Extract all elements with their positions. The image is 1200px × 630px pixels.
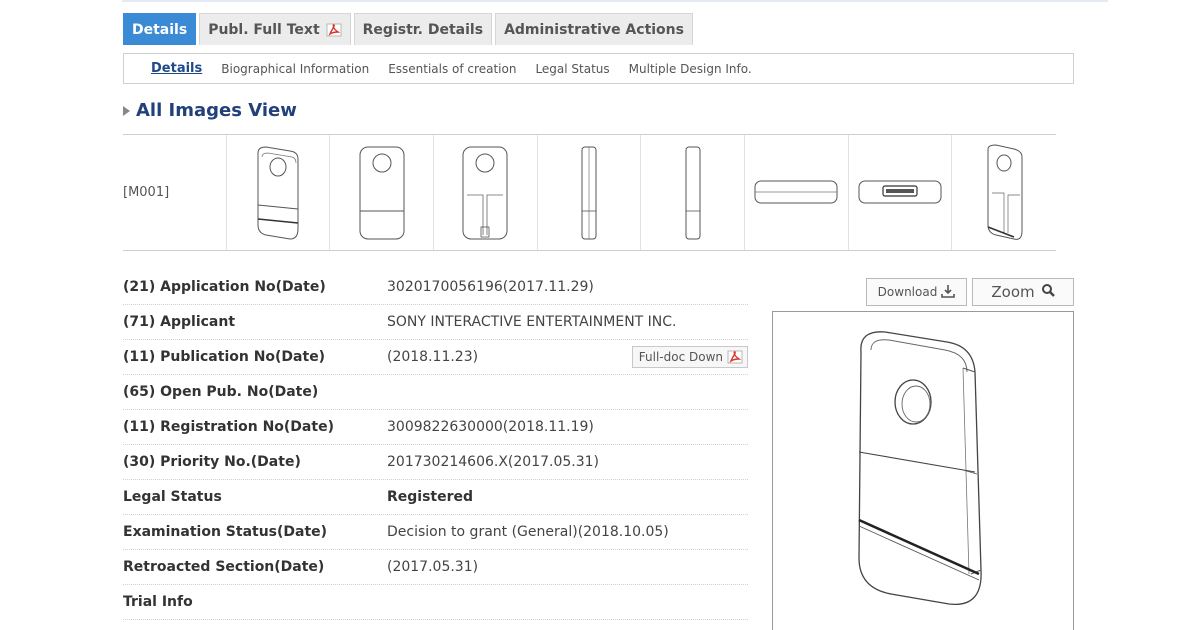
row-label: (11) Registration No(Date)	[123, 419, 334, 435]
thumbnail-front[interactable]	[330, 135, 435, 250]
thumbnail-back[interactable]	[434, 135, 538, 250]
table-row: Examination Status(Date) Decision to gra…	[123, 515, 748, 550]
table-row: (11) Publication No(Date) (2018.11.23) F…	[123, 340, 748, 375]
download-button[interactable]: Download	[866, 278, 967, 306]
row-label: (21) Application No(Date)	[123, 279, 326, 295]
thumbnail-perspective-back[interactable]	[952, 135, 1056, 250]
design-drawing-icon	[685, 146, 701, 239]
top-divider	[122, 0, 1108, 2]
tab-administrative-actions[interactable]: Administrative Actions	[495, 13, 693, 45]
tab-publ-full-text[interactable]: Publ. Full Text	[199, 13, 351, 45]
row-label: (11) Publication No(Date)	[123, 349, 326, 365]
design-drawing-icon	[462, 146, 508, 239]
thumbnail-perspective[interactable]	[227, 135, 331, 250]
download-icon	[941, 284, 956, 301]
download-label: Download	[877, 285, 938, 299]
details-table: (21) Application No(Date) 3020170056196(…	[123, 270, 748, 620]
tab-registr-details[interactable]: Registr. Details	[353, 13, 493, 45]
table-row: (71) Applicant SONY INTERACTIVE ENTERTAI…	[123, 305, 748, 340]
thumbnail-bottom[interactable]	[849, 135, 953, 250]
tab-details[interactable]: Details	[123, 13, 197, 45]
row-label: Retroacted Section(Date)	[123, 559, 325, 575]
search-icon	[1041, 283, 1055, 301]
design-drawing-icon	[257, 145, 299, 240]
section-heading: All Images View	[123, 100, 297, 121]
design-drawing-icon	[987, 143, 1023, 240]
row-value: 201730214606.X(2017.05.31)	[387, 454, 600, 470]
image-code: [M001]	[123, 135, 227, 250]
tab-registr-details-label: Registr. Details	[362, 21, 484, 38]
row-value: (2018.11.23)	[387, 349, 479, 365]
thumbnail-top[interactable]	[745, 135, 849, 250]
tab-administrative-actions-label: Administrative Actions	[504, 21, 684, 38]
zoom-label: Zoom	[991, 283, 1035, 301]
thumbnail-left-side[interactable]	[538, 135, 642, 250]
row-label: Examination Status(Date)	[123, 524, 328, 540]
zoom-button[interactable]: Zoom	[972, 278, 1074, 306]
table-row: Retroacted Section(Date) (2017.05.31)	[123, 550, 748, 585]
design-drawing-icon	[581, 146, 597, 239]
row-value: (2017.05.31)	[387, 559, 479, 575]
row-value: 3009822630000(2018.11.19)	[387, 419, 594, 435]
table-row: (30) Priority No.(Date) 201730214606.X(2…	[123, 445, 748, 480]
row-value: Decision to grant (General)(2018.10.05)	[387, 524, 669, 540]
design-drawing-icon	[858, 331, 982, 605]
row-label: Legal Status	[123, 489, 222, 505]
tab-publ-full-text-label: Publ. Full Text	[208, 21, 320, 38]
pdf-icon	[326, 23, 342, 37]
subtab-essentials-of-creation[interactable]: Essentials of creation	[388, 62, 516, 76]
row-value: SONY INTERACTIVE ENTERTAINMENT INC.	[387, 314, 677, 330]
subtab-multiple-design-info[interactable]: Multiple Design Info.	[629, 62, 752, 76]
row-label: (65) Open Pub. No(Date)	[123, 384, 319, 400]
row-value: 3020170056196(2017.11.29)	[387, 279, 594, 295]
row-label: (30) Priority No.(Date)	[123, 454, 301, 470]
row-label: (71) Applicant	[123, 314, 236, 330]
table-row: Legal Status Registered	[123, 480, 748, 515]
table-row: (21) Application No(Date) 3020170056196(…	[123, 270, 748, 305]
subtab-legal-status[interactable]: Legal Status	[535, 62, 609, 76]
table-row: Trial Info	[123, 585, 748, 620]
legal-status-value: Registered	[387, 489, 474, 505]
design-drawing-icon	[858, 180, 942, 203]
tab-details-label: Details	[132, 21, 188, 38]
full-doc-download-label: Full-doc Down	[638, 350, 723, 364]
triangle-right-icon	[123, 105, 130, 116]
design-drawing-icon	[754, 180, 838, 203]
table-row: (65) Open Pub. No(Date)	[123, 375, 748, 410]
design-drawing-icon	[359, 146, 405, 239]
subtab-biographical-information[interactable]: Biographical Information	[221, 62, 369, 76]
full-doc-download-button[interactable]: Full-doc Down	[631, 346, 748, 368]
row-label: Trial Info	[123, 594, 193, 610]
image-strip: [M001]	[123, 134, 1056, 251]
pdf-icon	[727, 350, 743, 364]
table-row: (11) Registration No(Date) 3009822630000…	[123, 410, 748, 445]
sub-tabs: Details Biographical Information Essenti…	[123, 53, 1074, 84]
subtab-details[interactable]: Details	[151, 61, 202, 76]
design-preview[interactable]	[772, 311, 1074, 630]
main-tabs: Details Publ. Full Text Registr. Details…	[123, 13, 696, 45]
section-title: All Images View	[136, 100, 297, 121]
thumbnail-right-side[interactable]	[641, 135, 746, 250]
